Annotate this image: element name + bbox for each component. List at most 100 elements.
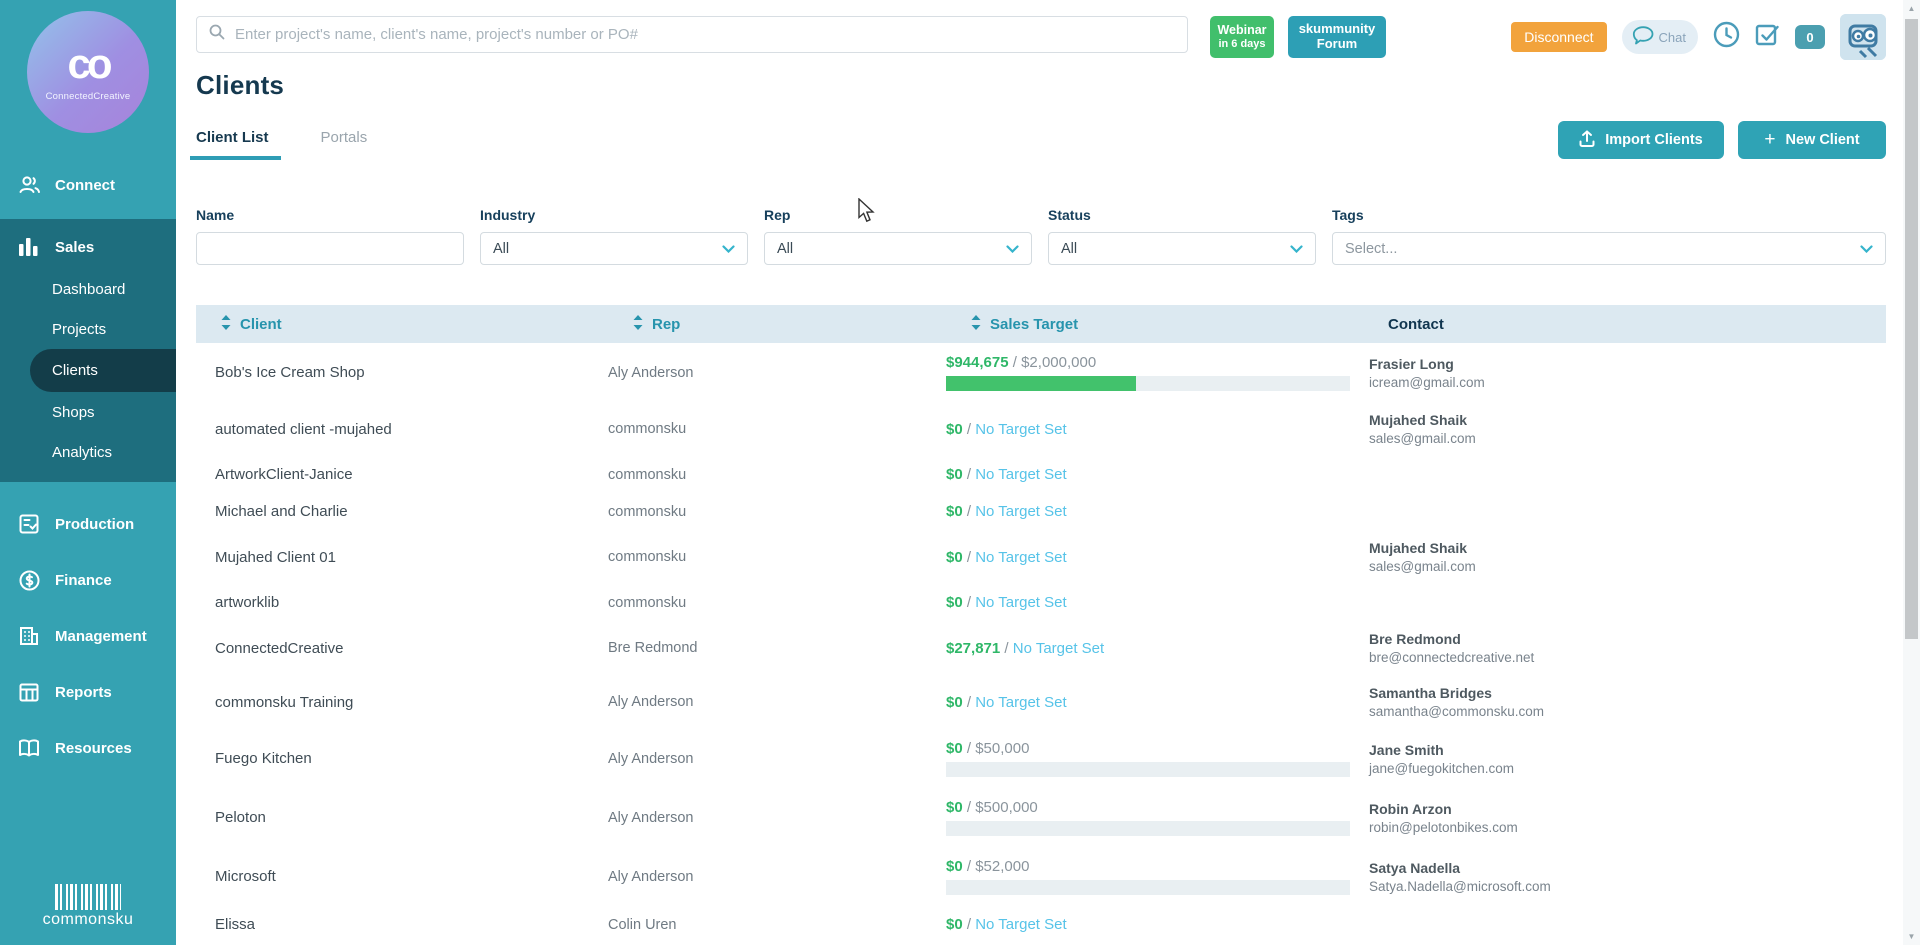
client-name[interactable]: ConnectedCreative [196, 640, 608, 657]
sales-target[interactable]: No Target Set [975, 421, 1066, 438]
clock-icon[interactable] [1713, 21, 1740, 53]
webinar-button[interactable]: Webinar in 6 days [1210, 16, 1274, 58]
sidebar-main-group: Production Finance Management [0, 496, 176, 776]
filter-name-input[interactable] [196, 232, 464, 265]
filter-status-select[interactable]: All [1048, 232, 1316, 265]
sales-target[interactable]: No Target Set [975, 694, 1066, 711]
sales-target[interactable]: $500,000 [975, 799, 1038, 816]
tenant-logo-monogram: co [67, 43, 108, 85]
client-name[interactable]: Elissa [196, 916, 608, 933]
table-row[interactable]: Mujahed Client 01 commonsku $0 / No Targ… [196, 530, 1886, 584]
sales-target[interactable]: No Target Set [975, 466, 1066, 483]
contact-name: Bre Redmond [1369, 631, 1886, 647]
new-client-button[interactable]: + New Client [1738, 121, 1886, 159]
global-search[interactable] [196, 16, 1188, 53]
sales-separator: / [967, 858, 975, 875]
client-name[interactable]: commonsku Training [196, 694, 608, 711]
import-clients-button[interactable]: Import Clients [1558, 121, 1724, 159]
sales-target[interactable]: No Target Set [975, 594, 1066, 611]
sales-target[interactable]: $50,000 [975, 740, 1029, 757]
table-row[interactable]: automated client -mujahed commonsku $0 /… [196, 402, 1886, 456]
contact-email[interactable]: sales@gmail.com [1369, 559, 1886, 574]
client-name[interactable]: Fuego Kitchen [196, 750, 608, 767]
sales-separator: / [967, 694, 975, 711]
chat-button[interactable]: Chat [1622, 20, 1698, 54]
disconnect-button[interactable]: Disconnect [1511, 22, 1606, 52]
sales-progress-fill [946, 376, 1136, 391]
client-name[interactable]: Mujahed Client 01 [196, 549, 608, 566]
tab-client-list[interactable]: Client List [196, 129, 269, 160]
client-name[interactable]: automated client -mujahed [196, 421, 608, 438]
contact-email[interactable]: bre@connectedcreative.net [1369, 650, 1886, 665]
client-rep: commonsku [608, 421, 946, 437]
client-name[interactable]: artworklib [196, 594, 608, 611]
table-row[interactable]: artworklib commonsku $0 / No Target Set [196, 584, 1886, 621]
sort-icon [633, 315, 643, 334]
sidebar-item-production[interactable]: Production [0, 496, 176, 552]
table-row[interactable]: commonsku Training Aly Anderson $0 / No … [196, 675, 1886, 729]
column-header-sales-target[interactable]: Sales Target [946, 315, 1369, 334]
skummunity-forum-button[interactable]: skummunity Forum [1288, 16, 1386, 58]
sales-amount: $0 [946, 858, 963, 875]
sales-target[interactable]: No Target Set [975, 549, 1066, 566]
sidebar-item-projects[interactable]: Projects [0, 309, 176, 349]
sales-target[interactable]: $2,000,000 [1021, 354, 1096, 371]
contact-email[interactable]: jane@fuegokitchen.com [1369, 761, 1886, 776]
user-avatar[interactable] [1840, 14, 1886, 60]
sidebar-item-shops[interactable]: Shops [0, 392, 176, 432]
sidebar-item-finance[interactable]: Finance [0, 552, 176, 608]
vertical-scrollbar[interactable]: ▲ ▼ [1903, 0, 1920, 945]
column-header-client[interactable]: Client [196, 315, 608, 334]
client-name[interactable]: Michael and Charlie [196, 503, 608, 520]
client-name[interactable]: ArtworkClient-Janice [196, 466, 608, 483]
sales-separator: / [967, 466, 975, 483]
contact-email[interactable]: sales@gmail.com [1369, 431, 1886, 446]
sales-target[interactable]: No Target Set [975, 503, 1066, 520]
filter-tags-select[interactable]: Select... [1332, 232, 1886, 265]
table-row[interactable]: ConnectedCreative Bre Redmond $27,871 / … [196, 621, 1886, 675]
sidebar-item-analytics[interactable]: Analytics [0, 432, 176, 472]
table-row[interactable]: Elissa Colin Uren $0 / No Target Set [196, 906, 1886, 943]
scroll-down-arrow[interactable]: ▼ [1903, 928, 1920, 945]
chevron-down-icon [722, 240, 735, 258]
sales-amount: $0 [946, 549, 963, 566]
table-row[interactable]: Peloton Aly Anderson $0 / $500,000 Robin… [196, 788, 1886, 847]
table-row[interactable]: ArtworkClient-Janice commonsku $0 / No T… [196, 456, 1886, 493]
sales-target[interactable]: $52,000 [975, 858, 1029, 875]
sidebar-item-resources[interactable]: Resources [0, 720, 176, 776]
tab-portals[interactable]: Portals [321, 129, 368, 160]
contact-email[interactable]: robin@pelotonbikes.com [1369, 820, 1886, 835]
client-name[interactable]: Peloton [196, 809, 608, 826]
contact-email[interactable]: icream@gmail.com [1369, 375, 1886, 390]
contact-email[interactable]: Satya.Nadella@microsoft.com [1369, 879, 1886, 894]
scroll-up-arrow[interactable]: ▲ [1903, 0, 1920, 17]
table-row[interactable]: Fuego Kitchen Aly Anderson $0 / $50,000 … [196, 729, 1886, 788]
sales-target[interactable]: No Target Set [1013, 640, 1104, 657]
sidebar-item-reports[interactable]: Reports [0, 664, 176, 720]
filter-industry-select[interactable]: All [480, 232, 748, 265]
people-icon [17, 175, 41, 195]
filter-rep-select[interactable]: All [764, 232, 1032, 265]
contact-email[interactable]: samantha@commonsku.com [1369, 704, 1886, 719]
sidebar-item-clients[interactable]: Clients [30, 349, 176, 392]
scrollbar-thumb[interactable] [1905, 19, 1918, 639]
client-name[interactable]: Microsoft [196, 868, 608, 885]
tasks-check-icon[interactable] [1755, 22, 1780, 52]
building-icon [17, 626, 41, 646]
sidebar-item-dashboard[interactable]: Dashboard [0, 269, 176, 309]
table-row[interactable]: Michael and Charlie commonsku $0 / No Ta… [196, 493, 1886, 530]
client-rep: Aly Anderson [608, 365, 946, 381]
table-row[interactable]: Microsoft Aly Anderson $0 / $52,000 Saty… [196, 847, 1886, 906]
table-row[interactable]: Bob's Ice Cream Shop Aly Anderson $944,6… [196, 343, 1886, 402]
report-grid-icon [17, 683, 41, 702]
search-input[interactable] [235, 26, 1187, 43]
sidebar-item-sales[interactable]: Sales [0, 225, 176, 269]
tenant-logo[interactable]: co ConnectedCreative [0, 0, 176, 133]
sidebar-item-management[interactable]: Management [0, 608, 176, 664]
sidebar-item-connect[interactable]: Connect [0, 163, 176, 207]
sales-target[interactable]: No Target Set [975, 916, 1066, 933]
sales-cell: $0 / No Target Set [946, 503, 1369, 520]
column-header-rep[interactable]: Rep [608, 315, 946, 334]
client-name[interactable]: Bob's Ice Cream Shop [196, 364, 608, 381]
notification-count-badge[interactable]: 0 [1795, 25, 1825, 49]
